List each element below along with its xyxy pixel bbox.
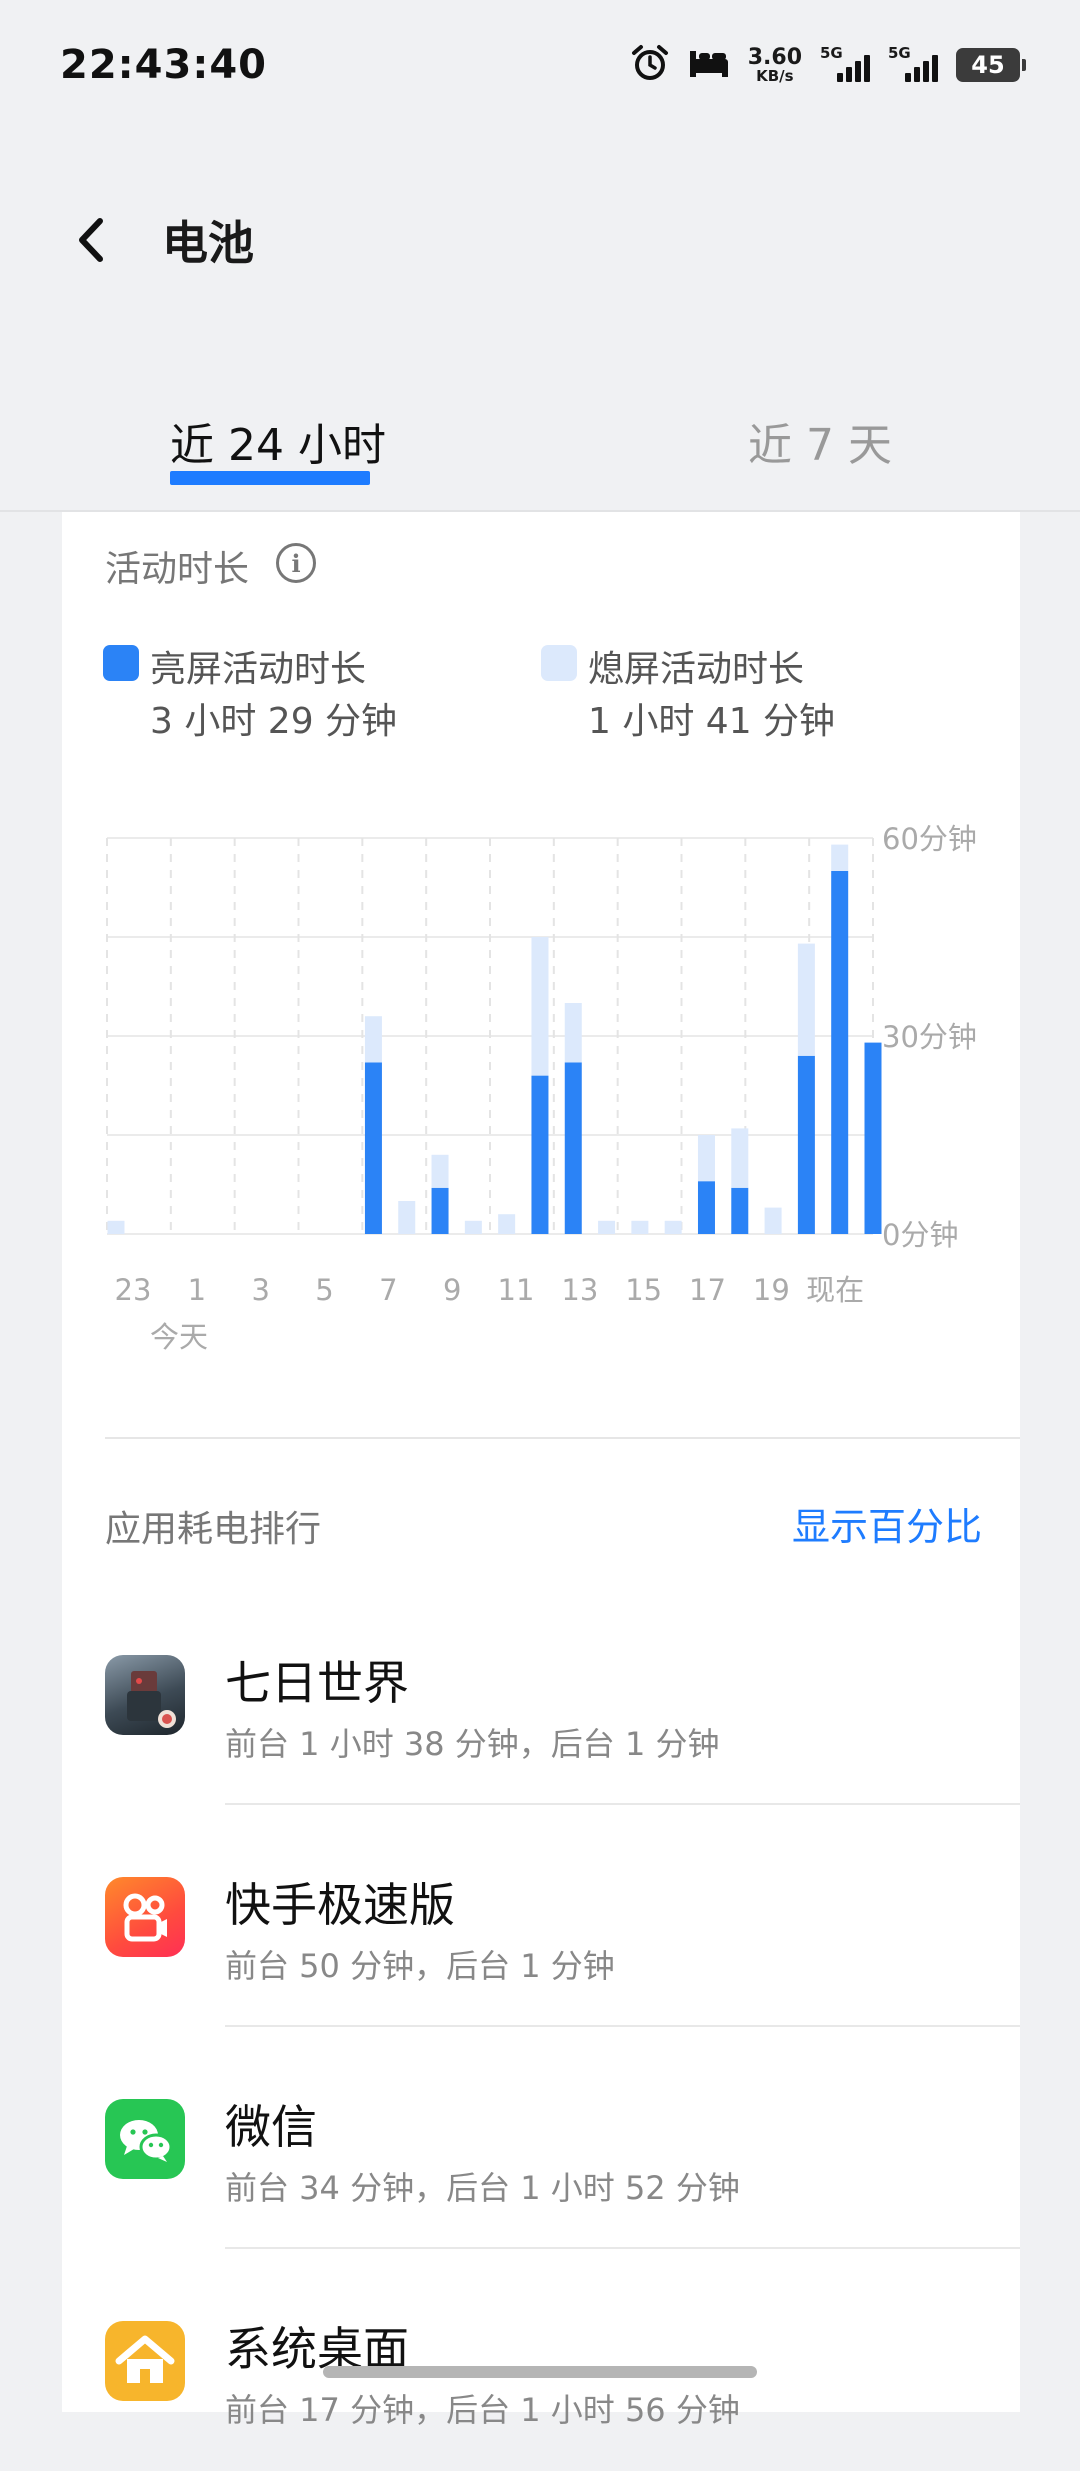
bar-screen-on (731, 1187, 749, 1234)
show-percentage-button[interactable]: 显示百分比 (792, 1496, 982, 1551)
app-name: 快手极速版 (225, 1878, 455, 1932)
x-tick-label: 7 (379, 1273, 397, 1307)
bar-screen-on (531, 1075, 549, 1234)
bar-screen-off (107, 1220, 125, 1234)
bar-screen-off (498, 1214, 516, 1234)
app-row[interactable]: 微信 前台 34 分钟，后台 1 小时 52 分钟 (62, 2027, 1020, 2249)
bar-screen-on (697, 1181, 715, 1234)
bar-screen-off (464, 1220, 482, 1234)
x-tick-label: 17 (689, 1273, 726, 1307)
app-usage: 前台 17 分钟，后台 1 小时 56 分钟 (225, 2391, 740, 2429)
bar-screen-on (364, 1062, 382, 1234)
app-name: 微信 (225, 2100, 317, 2154)
bar-screen-off (664, 1220, 682, 1234)
home-indicator[interactable] (323, 2366, 757, 2378)
bar-screen-on (431, 1187, 449, 1234)
x-tick-label: 15 (625, 1273, 662, 1307)
bar-screen-on (564, 1062, 582, 1234)
ranking-title: 应用耗电排行 (105, 1509, 322, 1550)
x-tick-label: 13 (561, 1273, 598, 1307)
kuaishou-icon (105, 1877, 185, 1957)
x-tick-label: 1 (188, 1273, 206, 1307)
app-usage: 前台 34 分钟，后台 1 小时 52 分钟 (225, 2169, 740, 2207)
section-divider (105, 1437, 1020, 1439)
bar-screen-on (797, 1055, 815, 1234)
x-sublabel: 今天 (150, 1320, 208, 1354)
x-tick-label: 现在 (806, 1273, 864, 1307)
app-row[interactable]: 快手极速版 前台 50 分钟，后台 1 分钟 (62, 1805, 1020, 2027)
game-icon (105, 1655, 185, 1735)
bar-screen-off (431, 1154, 449, 1188)
bar-screen-off (831, 844, 849, 871)
bar-screen-off (797, 943, 815, 1056)
bar-screen-off (398, 1201, 416, 1234)
app-usage: 前台 50 分钟，后台 1 分钟 (225, 1947, 615, 1985)
bar-screen-off (364, 1016, 382, 1063)
bar-screen-off (598, 1220, 616, 1234)
app-usage: 前台 1 小时 38 分钟，后台 1 分钟 (225, 1725, 720, 1763)
wechat-icon (105, 2099, 185, 2179)
x-tick-label: 19 (753, 1273, 790, 1307)
x-tick-label: 9 (443, 1273, 461, 1307)
bar-screen-off (764, 1207, 782, 1234)
bar-screen-off (631, 1220, 649, 1234)
app-row[interactable]: 系统桌面 前台 17 分钟，后台 1 小时 56 分钟 (62, 2249, 1020, 2471)
x-tick-label: 11 (498, 1273, 535, 1307)
y-tick-label: 30分钟 (882, 1020, 977, 1054)
x-tick-label: 5 (315, 1273, 333, 1307)
bar-screen-on (864, 1042, 882, 1234)
y-tick-label: 60分钟 (882, 822, 977, 856)
x-tick-label: 3 (251, 1273, 269, 1307)
bar-screen-off (531, 937, 549, 1076)
bar-screen-off (731, 1128, 749, 1188)
activity-chart: 60分钟30分钟0分钟23 1 3 5 7 9 11 13 15 17 19 现在今天 (106, 822, 977, 1354)
bar-screen-off (564, 1003, 582, 1063)
bar-screen-on (831, 871, 849, 1234)
y-tick-label: 0分钟 (882, 1218, 958, 1252)
home-icon (105, 2321, 185, 2401)
app-name: 七日世界 (225, 1656, 409, 1710)
bar-screen-off (697, 1135, 715, 1182)
x-tick-label: 23 (115, 1273, 152, 1307)
app-row[interactable]: 七日世界 前台 1 小时 38 分钟，后台 1 分钟 (62, 1583, 1020, 1805)
